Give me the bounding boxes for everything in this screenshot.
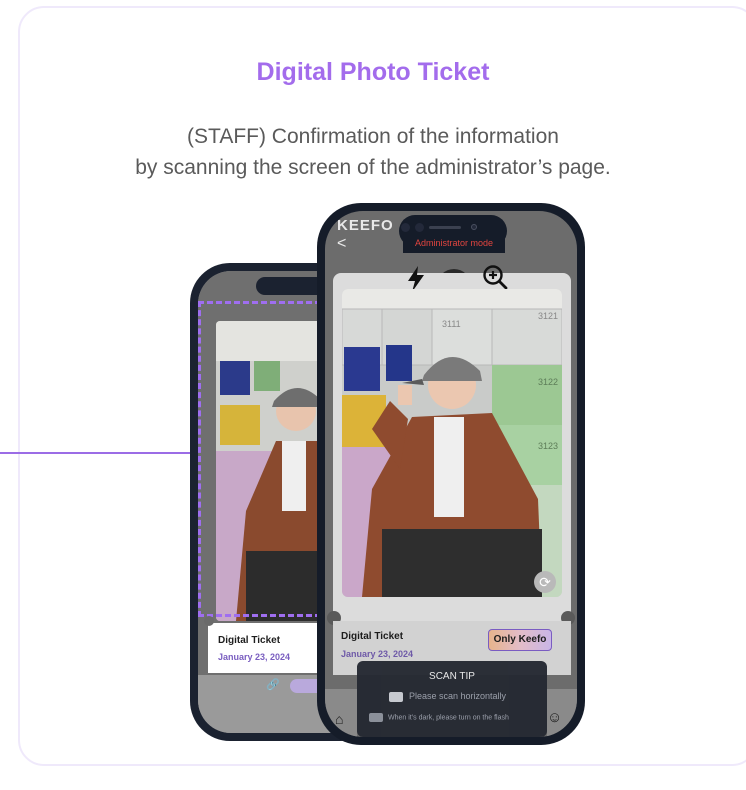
subtitle-line-2: by scanning the screen of the administra…	[135, 156, 611, 179]
ticket-date: January 23, 2024	[341, 649, 414, 659]
speaker-bar	[429, 226, 461, 229]
refresh-icon[interactable]: ⟳	[534, 571, 556, 593]
svg-text:3122: 3122	[538, 377, 558, 387]
camera-dot-mid	[415, 223, 424, 232]
scan-tip-title: SCAN TIP	[429, 671, 475, 682]
app-logo: KEEFO	[337, 217, 394, 234]
phone-horizontal-icon	[389, 691, 403, 702]
scan-tip-panel: SCAN TIP Please scan horizontally When i…	[357, 661, 547, 737]
subtitle-line-1: (STAFF) Confirmation of the information	[187, 125, 559, 148]
back-button[interactable]: <	[337, 235, 346, 253]
scan-tip-row-1: Please scan horizontally	[389, 691, 506, 702]
svg-text:3123: 3123	[538, 441, 558, 451]
page-title: Digital Photo Ticket	[256, 58, 490, 86]
svg-text:3121: 3121	[538, 311, 558, 321]
front-phone: KEEFO < Administrator mode 3111 3121 312…	[317, 203, 585, 745]
front-phone-screen: KEEFO < Administrator mode 3111 3121 312…	[325, 211, 577, 737]
admin-mode-label: Administrator mode	[403, 233, 505, 253]
photo-image: 3111 3121 3122 3123	[342, 289, 562, 597]
camera-dot-right	[471, 224, 477, 230]
back-ticket-date: January 23, 2024	[218, 652, 291, 662]
scan-tip-1: Please scan horizontally	[409, 691, 507, 701]
ticket-photo: 3111 3121 3122 3123	[342, 289, 562, 597]
link-icon[interactable]: 🔗	[266, 678, 280, 691]
back-ticket-label: Digital Ticket	[218, 635, 281, 646]
ticket-label: Digital Ticket	[341, 631, 404, 642]
scan-tip-2: When it’s dark, please turn on the flash	[388, 714, 509, 722]
page-subtitle: (STAFF) Confirmation of the information …	[0, 121, 746, 183]
only-keefo-badge: Only Keefo	[488, 629, 552, 651]
camera-dot-left	[401, 223, 410, 232]
back-phone-notch	[256, 277, 326, 295]
scan-tip-row-2: When it’s dark, please turn on the flash	[369, 713, 509, 722]
home-icon[interactable]: ⌂	[335, 711, 343, 727]
smile-icon[interactable]: ☺	[547, 709, 562, 726]
svg-text:3111: 3111	[442, 319, 461, 329]
flash-off-icon	[369, 713, 383, 722]
zoom-in-icon[interactable]	[481, 263, 509, 291]
ticket-notch-left	[204, 616, 214, 626]
connector-line	[0, 452, 192, 454]
